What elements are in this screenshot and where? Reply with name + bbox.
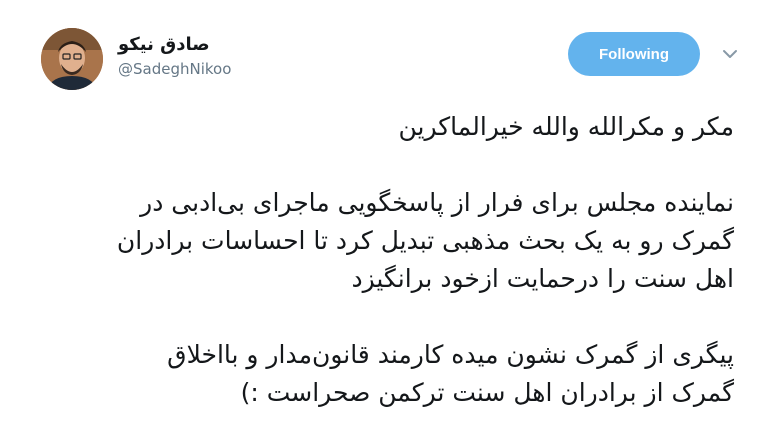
user-handle[interactable]: @SadeghNikoo xyxy=(118,60,231,78)
tweet-line: مکر و مکرالله والله خیرالماکرین xyxy=(398,112,734,141)
tweet-line: نماینده مجلس برای فرار از پاسخگویی ماجرا… xyxy=(140,188,734,217)
tweet-paragraph: پیگری از گمرک نشون میده کارمند قانون‌مدا… xyxy=(54,336,734,412)
following-button[interactable]: Following xyxy=(568,32,700,76)
tweet-text: مکر و مکرالله والله خیرالماکرین نماینده … xyxy=(54,108,734,412)
avatar-image xyxy=(41,28,103,90)
user-display-name[interactable]: صادق نیکو xyxy=(118,34,210,55)
tweet-line: گمرک از برادران اهل سنت ترکمن صحراست :) xyxy=(240,378,734,407)
chevron-down-icon[interactable] xyxy=(722,48,738,60)
user-avatar[interactable] xyxy=(41,28,103,90)
tweet-line: پیگری از گمرک نشون میده کارمند قانون‌مدا… xyxy=(167,340,734,369)
tweet-paragraph: نماینده مجلس برای فرار از پاسخگویی ماجرا… xyxy=(54,184,734,298)
tweet-paragraph: مکر و مکرالله والله خیرالماکرین xyxy=(54,108,734,146)
tweet-line: اهل سنت را درحمایت ازخود برانگیزد xyxy=(351,264,734,293)
tweet-header: صادق نیکو @SadeghNikoo Following xyxy=(0,0,782,100)
tweet-line: گمرک رو به یک بحث مذهبی تبدیل کرد تا احس… xyxy=(116,226,734,255)
